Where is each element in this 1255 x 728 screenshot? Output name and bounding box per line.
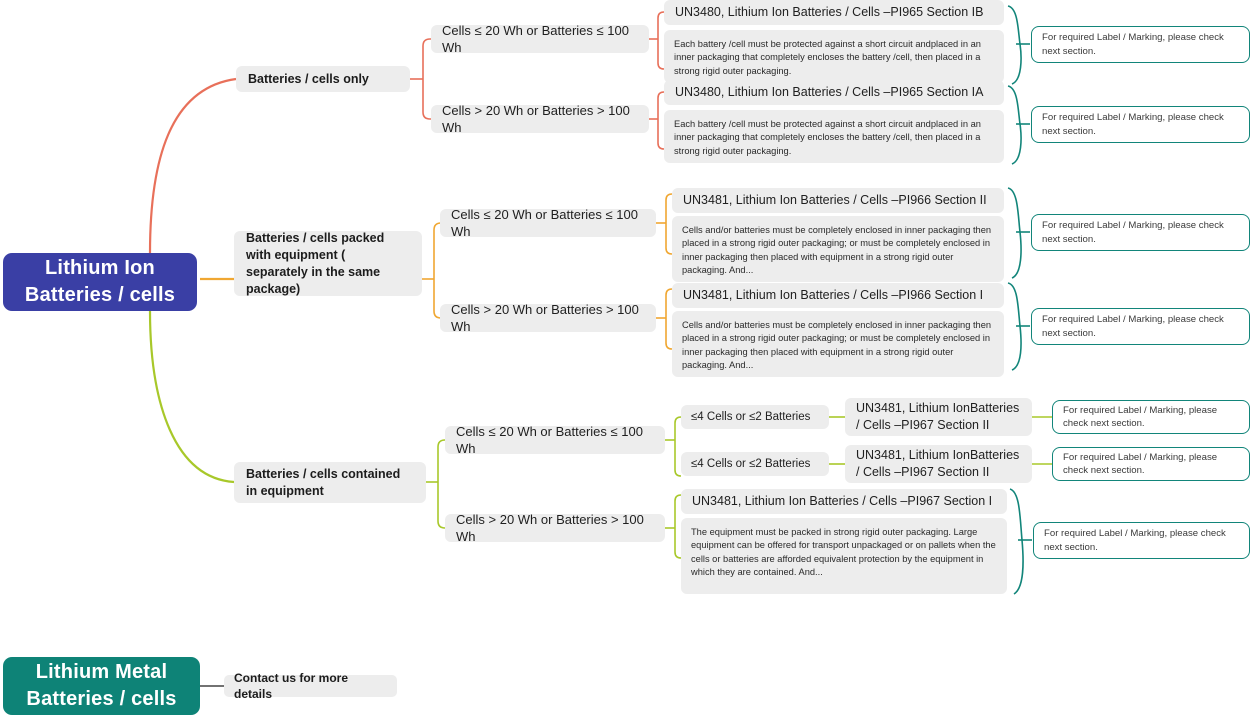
link-root-branch3 bbox=[148, 310, 235, 484]
result-title-b1-gt20[interactable]: UN3480, Lithium Ion Batteries / Cells –P… bbox=[664, 80, 1004, 105]
label-marking-note-b1-le20[interactable]: For required Label / Marking, please che… bbox=[1031, 26, 1250, 63]
result-title-label: UN3481, Lithium Ion Batteries / Cells –P… bbox=[683, 288, 984, 302]
label-marking-note-text: For required Label / Marking, please che… bbox=[1042, 314, 1224, 339]
label-marking-note-text: For required Label / Marking, please che… bbox=[1042, 32, 1224, 57]
branch-node-contained-in-equipment[interactable]: Batteries / cells contained in equipment bbox=[234, 462, 426, 503]
lithium-metal-contact-label: Contact us for more details bbox=[234, 671, 349, 701]
result-body-text: The equipment must be packed in strong r… bbox=[691, 527, 996, 578]
result-body-b2-gt20: Cells and/or batteries must be completel… bbox=[672, 311, 1004, 377]
brace-b1c2 bbox=[1007, 85, 1022, 165]
label-marking-note-b3-gt20[interactable]: For required Label / Marking, please che… bbox=[1033, 522, 1250, 559]
condition-node-b2-gt20[interactable]: Cells > 20 Wh or Batteries > 100 Wh bbox=[440, 302, 656, 334]
root-node-lithium-metal[interactable]: Lithium Metal Batteries / cells bbox=[3, 657, 200, 715]
condition-node-b1-le20[interactable]: Cells ≤ 20 Wh or Batteries ≤ 100 Wh bbox=[431, 23, 649, 55]
result-body-text: Each battery /cell must be protected aga… bbox=[674, 119, 981, 156]
branch-label: Batteries / cells only bbox=[248, 71, 369, 86]
result-title-b1-le20[interactable]: UN3480, Lithium Ion Batteries / Cells –P… bbox=[664, 0, 1004, 25]
result-body-text: Cells and/or batteries must be completel… bbox=[682, 225, 992, 276]
result-body-b1-le20: Each battery /cell must be protected aga… bbox=[664, 30, 1004, 83]
label-marking-note-text: For required Label / Marking, please che… bbox=[1042, 112, 1224, 137]
label-marking-note-text: For required Label / Marking, please che… bbox=[1063, 404, 1218, 430]
result-title-b3-sub1[interactable]: UN3481, Lithium IonBatteries / Cells –PI… bbox=[845, 398, 1032, 436]
result-title-b2-gt20[interactable]: UN3481, Lithium Ion Batteries / Cells –P… bbox=[672, 283, 1004, 308]
link-branch3-cond2 bbox=[437, 520, 446, 529]
condition-label: Cells ≤ 20 Wh or Batteries ≤ 100 Wh bbox=[442, 23, 629, 55]
result-body-b2-le20: Cells and/or batteries must be completel… bbox=[672, 216, 1004, 282]
result-title-label: UN3481, Lithium IonBatteries / Cells –PI… bbox=[856, 448, 1020, 479]
branch-label: Batteries / cells packed with equipment … bbox=[246, 230, 385, 296]
subcondition-node-b3-sub2[interactable]: ≤4 Cells or ≤2 Batteries bbox=[681, 452, 829, 476]
mindmap-canvas: Lithium Ion Batteries / cells Lithium Me… bbox=[0, 0, 1255, 728]
label-marking-note-b1-gt20[interactable]: For required Label / Marking, please che… bbox=[1031, 106, 1250, 143]
root-node-lithium-ion-label: Lithium Ion Batteries / cells bbox=[24, 257, 176, 306]
label-marking-note-text: For required Label / Marking, please che… bbox=[1063, 451, 1218, 477]
result-title-label: UN3481, Lithium IonBatteries / Cells –PI… bbox=[856, 401, 1020, 432]
brace-b2c2 bbox=[1007, 282, 1022, 371]
branch-node-packed-with-equipment[interactable]: Batteries / cells packed with equipment … bbox=[234, 231, 422, 296]
result-body-b1-gt20: Each battery /cell must be protected aga… bbox=[664, 110, 1004, 163]
result-title-label: UN3481, Lithium Ion Batteries / Cells –P… bbox=[692, 494, 993, 508]
brace-b3c2 bbox=[1009, 488, 1024, 595]
result-title-b3-gt20[interactable]: UN3481, Lithium Ion Batteries / Cells –P… bbox=[681, 489, 1007, 514]
condition-label: Cells > 20 Wh or Batteries > 100 Wh bbox=[451, 302, 639, 334]
condition-label: Cells ≤ 20 Wh or Batteries ≤ 100 Wh bbox=[451, 207, 638, 239]
branch-label: Batteries / cells contained in equipment bbox=[246, 466, 401, 498]
root-node-lithium-ion[interactable]: Lithium Ion Batteries / cells bbox=[3, 253, 197, 311]
brace-b2c1 bbox=[1007, 187, 1022, 279]
subcondition-label: ≤4 Cells or ≤2 Batteries bbox=[691, 411, 811, 423]
branch-node-batteries-cells-only[interactable]: Batteries / cells only bbox=[236, 66, 410, 92]
condition-label: Cells > 20 Wh or Batteries > 100 Wh bbox=[456, 512, 644, 544]
result-title-label: UN3480, Lithium Ion Batteries / Cells –P… bbox=[675, 85, 984, 99]
result-title-label: UN3481, Lithium Ion Batteries / Cells –P… bbox=[683, 193, 987, 207]
brace-b1c1 bbox=[1007, 5, 1022, 85]
result-title-label: UN3480, Lithium Ion Batteries / Cells –P… bbox=[675, 5, 984, 19]
subcondition-label: ≤4 Cells or ≤2 Batteries bbox=[691, 458, 811, 470]
link-branch3-cond1 bbox=[437, 439, 446, 448]
subcondition-node-b3-sub1[interactable]: ≤4 Cells or ≤2 Batteries bbox=[681, 405, 829, 429]
result-body-b3-gt20: The equipment must be packed in strong r… bbox=[681, 518, 1007, 594]
condition-node-b3-le20[interactable]: Cells ≤ 20 Wh or Batteries ≤ 100 Wh bbox=[445, 424, 665, 456]
root-node-lithium-metal-label: Lithium Metal Batteries / cells bbox=[26, 661, 177, 710]
label-marking-note-text: For required Label / Marking, please che… bbox=[1044, 528, 1226, 553]
link-root-branch1 bbox=[148, 77, 237, 254]
condition-node-b3-gt20[interactable]: Cells > 20 Wh or Batteries > 100 Wh bbox=[445, 512, 665, 544]
result-body-text: Each battery /cell must be protected aga… bbox=[674, 39, 981, 76]
condition-label: Cells > 20 Wh or Batteries > 100 Wh bbox=[442, 103, 630, 135]
result-title-b2-le20[interactable]: UN3481, Lithium Ion Batteries / Cells –P… bbox=[672, 188, 1004, 213]
label-marking-note-b3-sub2[interactable]: For required Label / Marking, please che… bbox=[1052, 447, 1250, 481]
lithium-metal-contact-note[interactable]: Contact us for more details bbox=[224, 671, 397, 701]
result-body-text: Cells and/or batteries must be completel… bbox=[682, 320, 992, 371]
label-marking-note-text: For required Label / Marking, please che… bbox=[1042, 220, 1224, 245]
label-marking-note-b2-le20[interactable]: For required Label / Marking, please che… bbox=[1031, 214, 1250, 251]
result-title-b3-sub2[interactable]: UN3481, Lithium IonBatteries / Cells –PI… bbox=[845, 445, 1032, 483]
condition-label: Cells ≤ 20 Wh or Batteries ≤ 100 Wh bbox=[456, 424, 643, 456]
condition-node-b1-gt20[interactable]: Cells > 20 Wh or Batteries > 100 Wh bbox=[431, 103, 649, 135]
label-marking-note-b2-gt20[interactable]: For required Label / Marking, please che… bbox=[1031, 308, 1250, 345]
label-marking-note-b3-sub1[interactable]: For required Label / Marking, please che… bbox=[1052, 400, 1250, 434]
condition-node-b2-le20[interactable]: Cells ≤ 20 Wh or Batteries ≤ 100 Wh bbox=[440, 207, 656, 239]
